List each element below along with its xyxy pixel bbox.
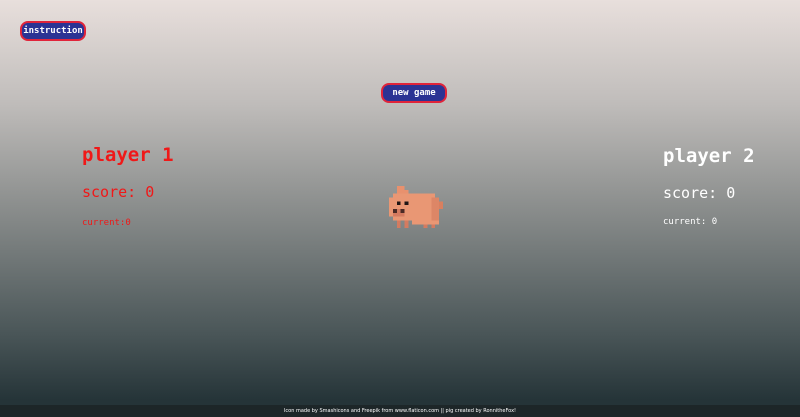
pig-icon[interactable]	[388, 186, 444, 232]
instruction-button[interactable]: instruction	[20, 21, 86, 41]
player-1-score: score: 0	[82, 183, 155, 201]
player-2-score: score: 0	[663, 184, 736, 202]
new-game-button[interactable]: new game	[381, 83, 447, 103]
player-1-name: player 1	[82, 144, 174, 166]
player-2-current: current: 0	[663, 217, 718, 227]
player-1-current: current:0	[82, 218, 131, 228]
footer-credits: Icon made by Smashicons and Freepik from…	[0, 405, 800, 417]
player-2-name: player 2	[663, 145, 755, 167]
